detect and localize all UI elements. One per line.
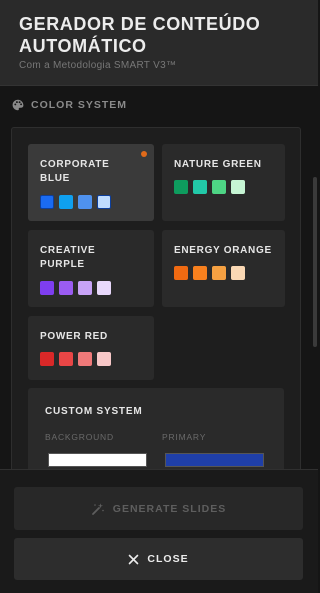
color-swatch bbox=[97, 281, 111, 295]
color-swatch bbox=[174, 180, 188, 194]
color-card-name: ENERGY ORANGE bbox=[174, 245, 272, 256]
primary-label: PRIMARY bbox=[162, 432, 207, 442]
color-card-power-red[interactable]: POWER RED bbox=[28, 316, 154, 380]
content-scroll-area[interactable]: COLOR SYSTEM CORPORATE BLUE NATURE GREEN bbox=[0, 87, 318, 469]
swatch-row bbox=[40, 281, 111, 295]
action-footer: GENERATE SLIDES CLOSE bbox=[0, 469, 318, 593]
color-swatch bbox=[78, 281, 92, 295]
color-swatch bbox=[97, 195, 111, 209]
color-swatch bbox=[231, 266, 245, 280]
generate-slides-button[interactable]: GENERATE SLIDES bbox=[14, 487, 303, 530]
color-card-energy-orange[interactable]: ENERGY ORANGE bbox=[162, 230, 285, 307]
section-title: COLOR SYSTEM bbox=[31, 99, 128, 111]
swatch-row bbox=[174, 266, 245, 280]
custom-system-card: CUSTOM SYSTEM BACKGROUND PRIMARY bbox=[28, 388, 284, 469]
page-subtitle: Com a Metodologia SMART V3™ bbox=[19, 60, 177, 71]
background-color-picker[interactable] bbox=[48, 453, 147, 467]
page-title: GERADOR DE CONTEÚDO AUTOMÁTICO bbox=[19, 14, 261, 56]
palette-icon bbox=[12, 99, 24, 111]
color-card-name: NATURE GREEN bbox=[174, 159, 262, 170]
section-header: COLOR SYSTEM bbox=[12, 99, 127, 111]
background-label: BACKGROUND bbox=[45, 432, 114, 442]
selected-indicator bbox=[141, 151, 147, 157]
color-swatch bbox=[78, 195, 92, 209]
color-card-creative-purple[interactable]: CREATIVE PURPLE bbox=[28, 230, 154, 307]
custom-system-title: CUSTOM SYSTEM bbox=[45, 406, 143, 417]
close-label: CLOSE bbox=[147, 553, 189, 565]
color-system-panel: CORPORATE BLUE NATURE GREEN CREATIVE PUR… bbox=[11, 127, 301, 469]
color-swatch bbox=[78, 352, 92, 366]
color-swatch bbox=[59, 281, 73, 295]
color-swatch bbox=[40, 352, 54, 366]
primary-color-picker[interactable] bbox=[165, 453, 264, 467]
generate-slides-label: GENERATE SLIDES bbox=[112, 502, 227, 515]
app-header: GERADOR DE CONTEÚDO AUTOMÁTICO Com a Met… bbox=[0, 0, 318, 86]
scrollbar[interactable] bbox=[313, 177, 317, 347]
swatch-row bbox=[40, 352, 111, 366]
color-card-name: POWER RED bbox=[40, 331, 108, 342]
swatch-row bbox=[174, 180, 245, 194]
close-icon bbox=[129, 554, 139, 564]
color-swatch bbox=[193, 180, 207, 194]
color-swatch bbox=[231, 180, 245, 194]
color-swatch bbox=[59, 195, 73, 209]
color-swatch bbox=[40, 281, 54, 295]
color-card-name: CREATIVE PURPLE bbox=[40, 245, 96, 270]
swatch-row bbox=[40, 195, 111, 209]
color-swatch bbox=[40, 195, 54, 209]
close-button[interactable]: CLOSE bbox=[14, 538, 303, 580]
color-card-name: CORPORATE BLUE bbox=[40, 159, 110, 184]
color-swatch bbox=[212, 266, 226, 280]
color-swatch bbox=[59, 352, 73, 366]
color-swatch bbox=[212, 180, 226, 194]
color-card-nature-green[interactable]: NATURE GREEN bbox=[162, 144, 285, 221]
color-swatch bbox=[193, 266, 207, 280]
color-swatch bbox=[97, 352, 111, 366]
color-swatch bbox=[174, 266, 188, 280]
magic-wand-icon bbox=[91, 502, 104, 515]
color-card-corporate-blue[interactable]: CORPORATE BLUE bbox=[28, 144, 154, 221]
